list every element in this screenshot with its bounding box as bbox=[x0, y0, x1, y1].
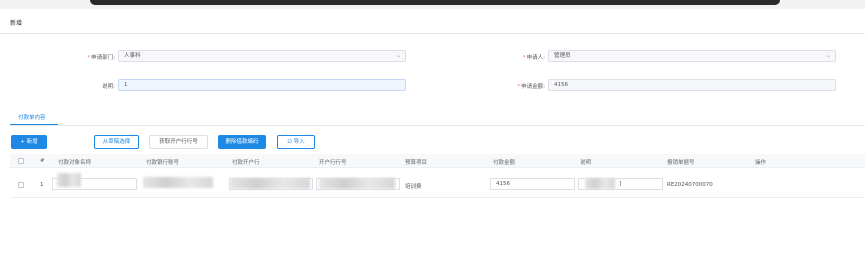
col-bank-code: 开户行行号 bbox=[319, 160, 347, 166]
chevron-down-icon: ⌄ bbox=[395, 52, 401, 59]
amount-label: *申请金额: bbox=[517, 84, 545, 90]
redacted-block bbox=[585, 178, 615, 189]
description-input[interactable]: 1 bbox=[118, 79, 406, 91]
tab-payment-content[interactable]: 付款单内容 bbox=[18, 113, 46, 121]
dept-label: *申请部门: bbox=[87, 55, 115, 61]
plus-icon: + bbox=[20, 139, 25, 145]
col-bank-account: 付款银行账号 bbox=[146, 160, 180, 166]
chevron-down-icon: ⌄ bbox=[825, 52, 831, 59]
import-button[interactable]: ⊡ 导入 bbox=[277, 135, 315, 149]
col-index: # bbox=[40, 158, 45, 164]
title-bar bbox=[0, 9, 865, 34]
tab-divider bbox=[10, 125, 865, 126]
budget-item-cell: 培训费 bbox=[405, 184, 422, 190]
amount-cell-input[interactable]: 4156 bbox=[490, 178, 575, 190]
applicant-label: *申请人: bbox=[522, 55, 545, 61]
from-draft-button[interactable]: 从草稿选择 bbox=[94, 135, 139, 149]
row-index: 1 bbox=[40, 182, 44, 188]
get-bank-code-button[interactable]: 获取开户行行号 bbox=[149, 135, 208, 149]
description-label: 说明: bbox=[102, 84, 115, 90]
redacted-block bbox=[57, 173, 81, 187]
redacted-block bbox=[230, 178, 310, 189]
col-payee-name: 付款对象名称 bbox=[58, 160, 92, 166]
add-row-button[interactable]: + 新增 bbox=[11, 135, 47, 149]
browser-bar bbox=[90, 0, 780, 5]
reimb-no-cell: RE20240700070 bbox=[667, 182, 713, 188]
bank-code-input[interactable] bbox=[316, 178, 400, 190]
redacted-block bbox=[319, 178, 395, 189]
payee-name-input[interactable] bbox=[52, 173, 137, 190]
dept-select[interactable]: 人事科 ⌄ bbox=[118, 50, 406, 62]
import-icon: ⊡ bbox=[287, 139, 292, 145]
row-checkbox[interactable] bbox=[18, 182, 24, 188]
description-cell-input[interactable]: ] bbox=[578, 178, 663, 190]
amount-input[interactable]: 4156 bbox=[548, 79, 836, 91]
page-title: 新增 bbox=[10, 20, 23, 27]
bank-account-redacted[interactable] bbox=[143, 177, 213, 188]
col-bank: 付款开户行 bbox=[232, 160, 260, 166]
col-reimb-no: 报销单据号 bbox=[667, 160, 695, 166]
table-header bbox=[10, 154, 865, 168]
tab-active-indicator bbox=[10, 124, 58, 125]
bank-input[interactable] bbox=[229, 178, 313, 190]
select-all-checkbox[interactable] bbox=[18, 158, 24, 164]
col-budget-item: 预算项目 bbox=[405, 160, 428, 166]
col-actions: 操作 bbox=[755, 160, 767, 166]
row-divider bbox=[10, 197, 865, 198]
clear-code-button[interactable]: 删除借款编码 bbox=[218, 135, 266, 149]
col-amount: 付款金额 bbox=[493, 160, 516, 166]
col-description: 说明 bbox=[580, 160, 592, 166]
applicant-select[interactable]: 管理员 ⌄ bbox=[548, 50, 836, 62]
